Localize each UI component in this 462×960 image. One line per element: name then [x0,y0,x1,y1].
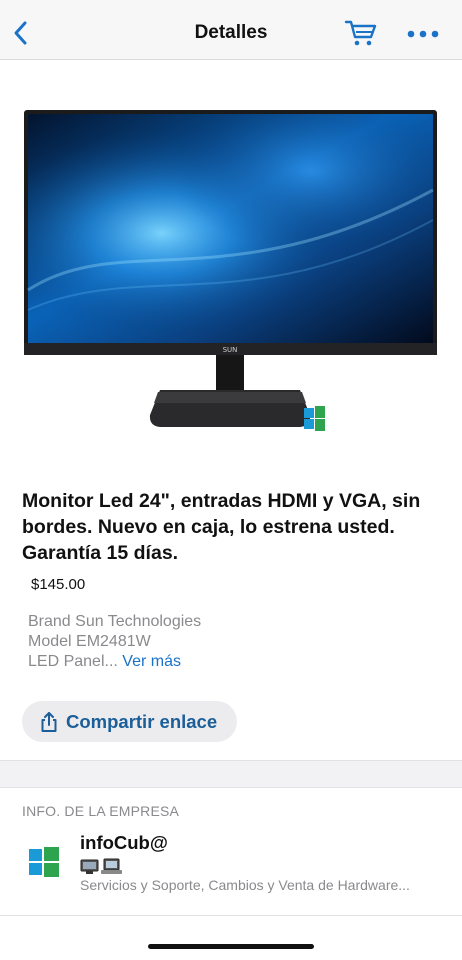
windows-logo-icon [29,847,59,877]
product-title: Monitor Led 24", entradas HDMI y VGA, si… [22,490,421,564]
share-icon [41,712,57,732]
more-dots-icon[interactable] [405,22,441,46]
share-button-label: Compartir enlace [66,711,218,732]
description-line-panel: LED Panel... Ver más [28,652,201,672]
company-name: infoCub@ [80,832,168,853]
company-info-row[interactable]: infoCub@ Servicios y Soporte, Cambios y … [0,826,462,914]
share-link-button[interactable]: Compartir enlace [22,701,237,742]
company-section-header: INFO. DE LA EMPRESA [22,803,180,819]
section-divider [0,760,462,788]
nav-bar: Detalles [0,0,462,60]
company-description: Servicios y Soporte, Cambios y Venta de … [80,877,410,893]
bottom-divider [0,915,462,916]
product-price: $145.00 [31,576,86,593]
monitor-image[interactable]: SUN [0,70,462,450]
product-description: Brand Sun Technologies Model EM2481W LED… [28,612,201,672]
home-indicator[interactable] [148,944,314,949]
see-more-link[interactable]: Ver más [122,653,181,670]
computer-devices-icon [80,858,122,874]
description-panel-text: LED Panel... [28,653,118,670]
page-title: Detalles [194,22,268,43]
cart-icon[interactable] [344,18,378,48]
description-line-brand: Brand Sun Technologies [28,613,202,630]
description-line-model: Model EM2481W [28,633,151,650]
svg-text:SUN: SUN [223,346,238,354]
